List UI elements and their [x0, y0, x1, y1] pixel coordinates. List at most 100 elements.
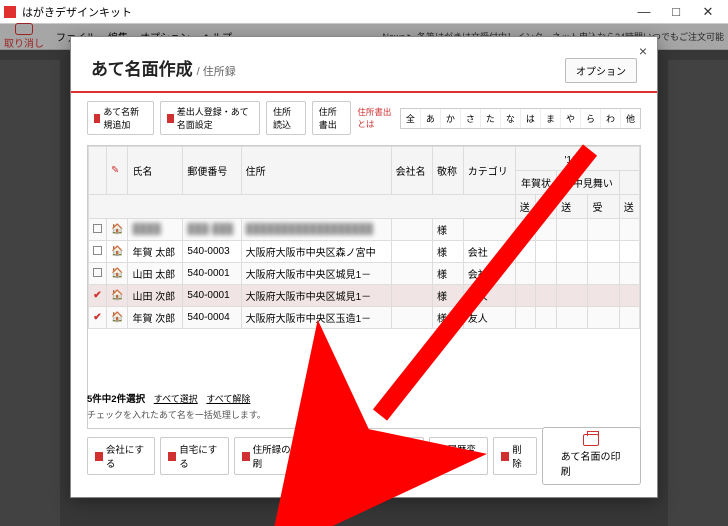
modal-close-button[interactable]: × — [639, 43, 647, 59]
category-button[interactable]: カテゴリ — [315, 437, 375, 475]
col-addr[interactable]: 住所 — [241, 147, 391, 195]
footer-hint: チェックを入れたあて名を一括処理します。 — [87, 408, 641, 421]
index-tab[interactable]: な — [501, 109, 521, 128]
export-help-link[interactable]: 住所書出とは — [357, 106, 393, 130]
cell-company — [391, 241, 432, 263]
cell-name: 山田 次郎 — [128, 285, 183, 307]
titlebar: はがきデザインキット — □ ✕ — [0, 0, 728, 24]
honorific-button[interactable]: 敬称 — [380, 437, 423, 475]
index-tab[interactable]: 全 — [401, 109, 421, 128]
index-tab[interactable]: か — [441, 109, 461, 128]
home-icon: 🏠 — [107, 219, 128, 241]
cell-addr: 大阪府大阪市中央区玉造1－ — [241, 307, 391, 329]
col-shochu[interactable]: 暑中見舞い — [557, 171, 620, 195]
index-tab[interactable]: さ — [461, 109, 481, 128]
table-row[interactable]: 🏠年賀 太郎540-0003大阪府大阪市中央区森ノ宮中様会社 — [89, 241, 640, 263]
modal-title: あて名面作成 — [91, 55, 193, 80]
list-icon — [242, 452, 250, 461]
minimize-button[interactable]: — — [628, 4, 660, 20]
cell-zip: 540-0003 — [183, 241, 241, 263]
cell-company — [391, 285, 432, 307]
row-checkbox[interactable] — [89, 241, 107, 263]
cell-company — [391, 307, 432, 329]
table-row[interactable]: 🏠███████-█████████████████████様 — [89, 219, 640, 241]
row-checkbox[interactable] — [89, 263, 107, 285]
index-tab[interactable]: た — [481, 109, 501, 128]
col-title[interactable]: 敬称 — [433, 147, 464, 195]
cell-addr: 大阪府大阪市中央区城見1－ — [241, 285, 391, 307]
row-checkbox[interactable] — [89, 219, 107, 241]
index-tab[interactable]: は — [521, 109, 541, 128]
app-title: はがきデザインキット — [22, 4, 132, 20]
col-zip[interactable]: 郵便番号 — [183, 147, 241, 195]
index-tab[interactable]: あ — [421, 109, 441, 128]
home-icon: 🏠 — [107, 307, 128, 329]
deselect-all-link[interactable]: すべて解除 — [206, 394, 250, 404]
cell-addr: 大阪府大阪市中央区森ノ宮中 — [241, 241, 391, 263]
index-tab[interactable]: ら — [581, 109, 601, 128]
cell-zip: 540-0001 — [183, 263, 241, 285]
address-modal: × あて名面作成 / 住所録 オプション あて名新規追加 差出人登録・あて名面設… — [70, 36, 658, 498]
index-tab[interactable]: わ — [601, 109, 621, 128]
col-nenga[interactable]: 年賀状 — [515, 171, 556, 195]
home-icon — [168, 452, 176, 461]
cell-title: 様 — [433, 263, 464, 285]
home-icon: 🏠 — [107, 241, 128, 263]
index-tab[interactable]: 他 — [621, 109, 640, 128]
col-year-group: '19 亥 — [515, 147, 639, 171]
clock-icon — [437, 452, 445, 461]
row-checkbox[interactable]: ✔ — [89, 307, 107, 329]
trash-icon — [501, 452, 509, 461]
select-all-link[interactable]: すべて選択 — [154, 394, 198, 404]
new-address-button[interactable]: あて名新規追加 — [87, 101, 154, 135]
home-icon: 🏠 — [107, 263, 128, 285]
printer-icon — [583, 434, 599, 446]
cell-zip: 540-0004 — [183, 307, 241, 329]
print-main-button[interactable]: あて名面の印刷 — [542, 427, 641, 485]
cell-addr: ██████████████████ — [241, 219, 391, 241]
cell-addr: 大阪府大阪市中央区城見1－ — [241, 263, 391, 285]
export-button[interactable]: 住所書出 — [312, 101, 352, 135]
cell-name: ████ — [128, 219, 183, 241]
history-button[interactable]: 履歴変更 — [429, 437, 489, 475]
col-company[interactable]: 会社名 — [391, 147, 432, 195]
set-home-button[interactable]: 自宅にする — [160, 437, 228, 475]
table-row[interactable]: ✔🏠山田 次郎540-0001大阪府大阪市中央区城見1－様友人 — [89, 285, 640, 307]
index-tab[interactable]: や — [561, 109, 581, 128]
cell-title: 様 — [433, 307, 464, 329]
set-company-button[interactable]: 会社にする — [87, 437, 155, 475]
cell-category: 友人 — [463, 285, 515, 307]
home-icon: 🏠 — [107, 285, 128, 307]
table-row[interactable]: ✔🏠年賀 次郎540-0004大阪府大阪市中央区玉造1－ 様友人 — [89, 307, 640, 329]
cell-company — [391, 263, 432, 285]
modal-footer: 5件中2件選択 すべて選択 すべて解除 チェックを入れたあて名を一括処理します。… — [71, 385, 657, 497]
col-name[interactable]: 氏名 — [128, 147, 183, 195]
row-checkbox[interactable]: ✔ — [89, 285, 107, 307]
selection-count: 5件中2件選択 — [87, 394, 145, 405]
sender-settings-button[interactable]: 差出人登録・あて名面設定 — [160, 101, 260, 135]
cell-title: 様 — [433, 219, 464, 241]
close-button[interactable]: ✕ — [692, 4, 724, 20]
cell-category: 友人 — [463, 307, 515, 329]
folder-icon — [323, 452, 331, 461]
cell-category — [463, 219, 515, 241]
cell-category: 会社 — [463, 263, 515, 285]
person-icon — [167, 114, 173, 123]
print-list-button[interactable]: 住所録の印刷 — [234, 437, 311, 475]
index-tab[interactable]: ま — [541, 109, 561, 128]
option-button[interactable]: オプション — [565, 58, 637, 83]
delete-button[interactable]: 削除 — [493, 437, 536, 475]
maximize-button[interactable]: □ — [660, 4, 692, 20]
cell-company — [391, 219, 432, 241]
tag-icon — [388, 452, 396, 461]
cell-title: 様 — [433, 241, 464, 263]
cell-name: 年賀 次郎 — [128, 307, 183, 329]
col-category[interactable]: カテゴリ — [463, 147, 515, 195]
table-row[interactable]: 🏠山田 太郎540-0001大阪府大阪市中央区城見1－様会社 — [89, 263, 640, 285]
modal-header: あて名面作成 / 住所録 オプション — [71, 37, 657, 93]
undo-button[interactable]: 取り消し — [4, 23, 44, 50]
undo-icon — [15, 23, 33, 35]
plus-icon — [94, 114, 100, 123]
index-tabs: 全 あ か さ た な は ま や ら わ 他 — [400, 108, 641, 129]
import-button[interactable]: 住所読込 — [266, 101, 306, 135]
